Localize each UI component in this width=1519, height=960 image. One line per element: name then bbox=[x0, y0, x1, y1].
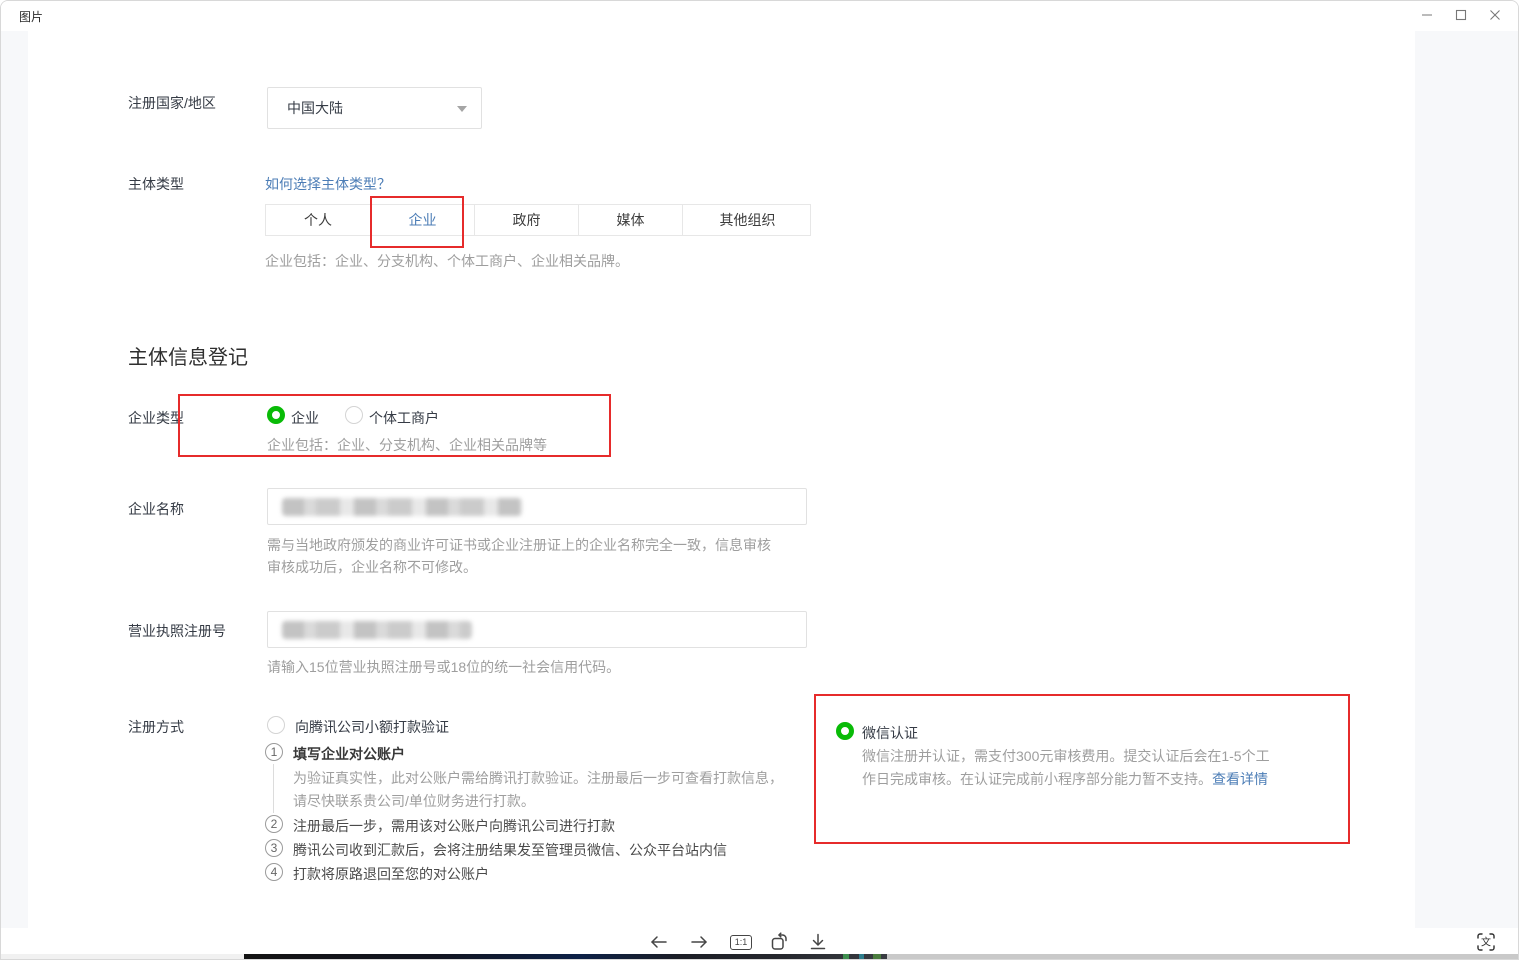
company-name-help-line2: 审核成功后，企业名称不可修改。 bbox=[267, 557, 477, 577]
radio-enterprise-label: 企业 bbox=[291, 408, 319, 428]
taskbar-speck-green bbox=[843, 954, 849, 960]
subject-type-help-link[interactable]: 如何选择主体类型？ bbox=[265, 174, 391, 194]
radio-bank-transfer-label: 向腾讯公司小额打款验证 bbox=[295, 717, 449, 737]
country-label: 注册国家/地区 bbox=[128, 93, 216, 113]
view-details-link[interactable]: 查看详情 bbox=[1212, 771, 1268, 787]
close-button[interactable] bbox=[1478, 3, 1512, 27]
redacted-company-name bbox=[282, 498, 522, 516]
maximize-icon bbox=[1455, 9, 1467, 21]
viewer-toolbar: 1:1 文 bbox=[1, 928, 1519, 954]
window-controls bbox=[1410, 3, 1512, 27]
company-type-caption: 企业包括：企业、分支机构、企业相关品牌等 bbox=[267, 435, 547, 455]
radio-individual-business-label: 个体工商户 bbox=[369, 408, 439, 428]
step-2-number: 2 bbox=[265, 815, 283, 833]
step-1-desc2: 请尽快联系贵公司/单位财务进行打款。 bbox=[293, 791, 535, 811]
window-title: 图片 bbox=[19, 8, 43, 25]
step-4-number: 4 bbox=[265, 863, 283, 881]
subject-type-label: 主体类型 bbox=[128, 174, 184, 194]
taskbar-speck-teal bbox=[859, 954, 864, 960]
close-icon bbox=[1489, 9, 1501, 21]
company-name-help-line1: 需与当地政府颁发的商业许可证书或企业注册证上的企业名称完全一致，信息审核 bbox=[267, 535, 771, 555]
minimize-icon bbox=[1421, 9, 1433, 21]
tab-personal[interactable]: 个人 bbox=[266, 205, 371, 235]
section-title: 主体信息登记 bbox=[128, 341, 248, 370]
step-1-title: 填写企业对公账户 bbox=[293, 744, 405, 764]
company-name-input[interactable] bbox=[267, 488, 807, 525]
next-image-button[interactable] bbox=[685, 930, 713, 954]
titlebar: 图片 bbox=[1, 1, 1518, 31]
download-button[interactable] bbox=[804, 930, 832, 954]
ocr-text-scan-icon: 文 bbox=[1476, 932, 1496, 952]
radio-wechat-verification[interactable] bbox=[836, 722, 854, 740]
previous-image-button[interactable] bbox=[645, 930, 673, 954]
license-number-input[interactable] bbox=[267, 611, 807, 648]
wechat-desc-line1: 微信注册并认证，需支付300元审核费用。提交认证后会在1-5个工 bbox=[862, 746, 1270, 766]
svg-text:文: 文 bbox=[1481, 936, 1491, 949]
step-connector-line bbox=[273, 764, 274, 813]
taskbar-edge-dark bbox=[244, 954, 887, 960]
arrow-left-icon bbox=[648, 931, 670, 953]
country-select-value: 中国大陆 bbox=[287, 98, 343, 118]
tab-enterprise[interactable]: 企业 bbox=[371, 205, 475, 235]
register-method-label: 注册方式 bbox=[128, 717, 184, 737]
chevron-down-icon bbox=[457, 106, 467, 112]
license-number-label: 营业执照注册号 bbox=[128, 621, 226, 641]
maximize-button[interactable] bbox=[1444, 3, 1478, 27]
step-1-desc1: 为验证真实性，此对公账户需给腾讯打款验证。注册最后一步可查看打款信息， bbox=[293, 768, 783, 788]
minimize-button[interactable] bbox=[1410, 3, 1444, 27]
taskbar-edge-light-left bbox=[1, 954, 244, 960]
country-select[interactable]: 中国大陆 bbox=[267, 87, 482, 129]
step-3-title: 腾讯公司收到汇款后，会将注册结果发至管理员微信、公众平台站内信 bbox=[293, 840, 727, 860]
rotate-icon bbox=[768, 931, 790, 953]
radio-individual-business[interactable] bbox=[345, 406, 363, 424]
step-2-title: 注册最后一步，需用该对公账户向腾讯公司进行打款 bbox=[293, 816, 615, 836]
step-3-number: 3 bbox=[265, 839, 283, 857]
image-content bbox=[28, 31, 1415, 928]
company-name-label: 企业名称 bbox=[128, 499, 184, 519]
actual-size-button[interactable]: 1:1 bbox=[727, 930, 755, 954]
radio-wechat-verification-label: 微信认证 bbox=[862, 723, 918, 743]
step-4-title: 打款将原路退回至您的对公账户 bbox=[293, 864, 489, 884]
image-viewer-window: 图片 注册国家/地区 中国大陆 主体类型 如何选择主体类型？ 个人 企业 政府 … bbox=[0, 0, 1519, 960]
arrow-right-icon bbox=[688, 931, 710, 953]
wechat-desc-line2: 作日完成审核。在认证完成前小程序部分能力暂不支持。查看详情 bbox=[862, 769, 1268, 789]
taskbar-speck-olive bbox=[873, 954, 881, 960]
taskbar-edge-light-right bbox=[887, 954, 1519, 960]
subject-type-caption: 企业包括：企业、分支机构、个体工商户、企业相关品牌。 bbox=[265, 251, 629, 271]
radio-enterprise[interactable] bbox=[267, 406, 285, 424]
extract-text-button[interactable]: 文 bbox=[1472, 930, 1500, 954]
rotate-button[interactable] bbox=[765, 930, 793, 954]
company-type-label: 企业类型 bbox=[128, 408, 184, 428]
one-to-one-icon: 1:1 bbox=[730, 935, 752, 950]
wechat-desc-line2-text: 作日完成审核。在认证完成前小程序部分能力暂不支持。 bbox=[862, 771, 1212, 787]
radio-bank-transfer[interactable] bbox=[267, 716, 285, 734]
license-number-help: 请输入15位营业执照注册号或18位的统一社会信用代码。 bbox=[267, 657, 620, 677]
subject-type-tabs: 个人 企业 政府 媒体 其他组织 bbox=[265, 204, 811, 236]
step-1-number: 1 bbox=[265, 743, 283, 761]
tab-government[interactable]: 政府 bbox=[475, 205, 579, 235]
redacted-license-number bbox=[282, 621, 472, 639]
download-icon bbox=[807, 931, 829, 953]
tab-other-org[interactable]: 其他组织 bbox=[683, 205, 812, 235]
tab-media[interactable]: 媒体 bbox=[579, 205, 683, 235]
